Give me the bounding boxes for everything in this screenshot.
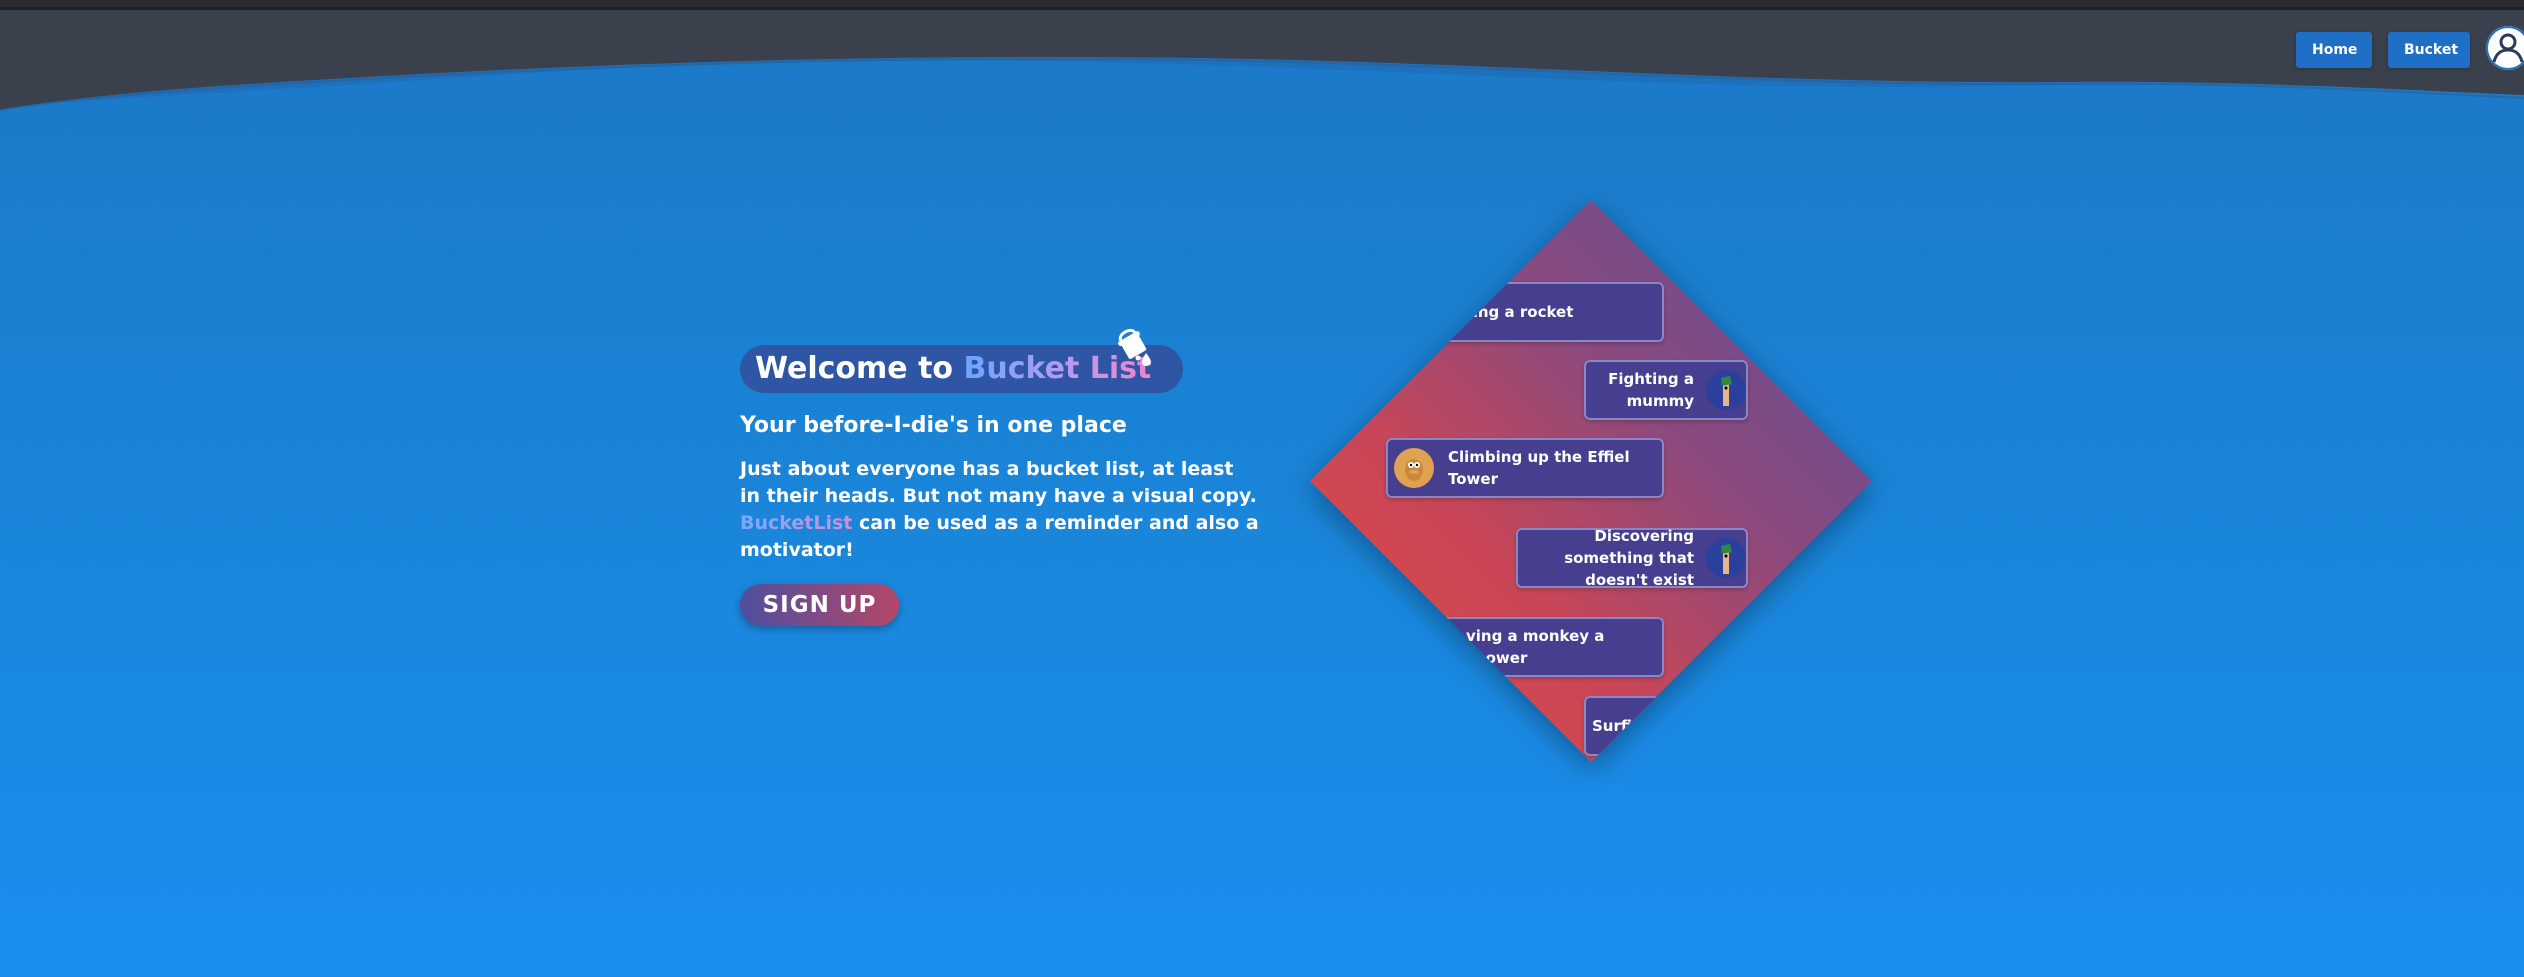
signup-button[interactable]: SIGN UP [740, 584, 899, 626]
bucket-showcase: ding a rocket Fighting a mummy Climbing … [1310, 200, 1872, 762]
bucket-card-label: ving a monkey a shower [1466, 627, 1605, 667]
bucket-card: ding a rocket [1430, 282, 1664, 342]
bucket-card: Climbing up the Effiel Tower [1386, 438, 1664, 498]
ferb-avatar-icon [1706, 538, 1746, 578]
paint-bucket-icon [1115, 325, 1159, 378]
desc-text-before: Just about everyone has a bucket list, a… [740, 458, 1257, 507]
bucket-card: Surfi [1584, 696, 1748, 756]
welcome-prefix: Welcome to [755, 351, 964, 386]
browser-top-strip [0, 0, 2524, 10]
hero-subtitle: Your before-I-die's in one place [740, 413, 1127, 438]
bucket-card: Discovering something that doesn't exist [1516, 527, 1748, 589]
bucket-card-label: Discovering something that doesn't exist [1564, 527, 1694, 589]
welcome-heading: Welcome to Bucket List [740, 328, 1184, 393]
hero-section: Welcome to Bucket List Your before-I-die… [740, 328, 1260, 626]
bucket-card-label: ding a rocket [1462, 303, 1574, 321]
bucket-card-label: Fighting a mummy [1608, 370, 1694, 410]
bucket-card: ving a monkey a shower [1440, 617, 1664, 677]
home-button[interactable]: Home [2296, 32, 2372, 68]
bucket-card-label: Climbing up the Effiel Tower [1448, 448, 1630, 488]
header: Home Bucket [0, 10, 2524, 160]
bucket-button[interactable]: Bucket [2388, 32, 2470, 68]
hero-description: Just about everyone has a bucket list, a… [740, 456, 1260, 564]
header-wave [0, 10, 2524, 111]
bucket-card-label: Surfi [1592, 717, 1632, 735]
bucket-card: Fighting a mummy [1584, 360, 1748, 420]
perry-avatar-icon [1394, 448, 1434, 488]
ferb-avatar-icon [1706, 370, 1746, 410]
showcase-diamond: ding a rocket Fighting a mummy Climbing … [1310, 200, 1872, 762]
desc-brand: BucketList [740, 512, 853, 534]
user-avatar-icon[interactable] [2486, 26, 2524, 70]
